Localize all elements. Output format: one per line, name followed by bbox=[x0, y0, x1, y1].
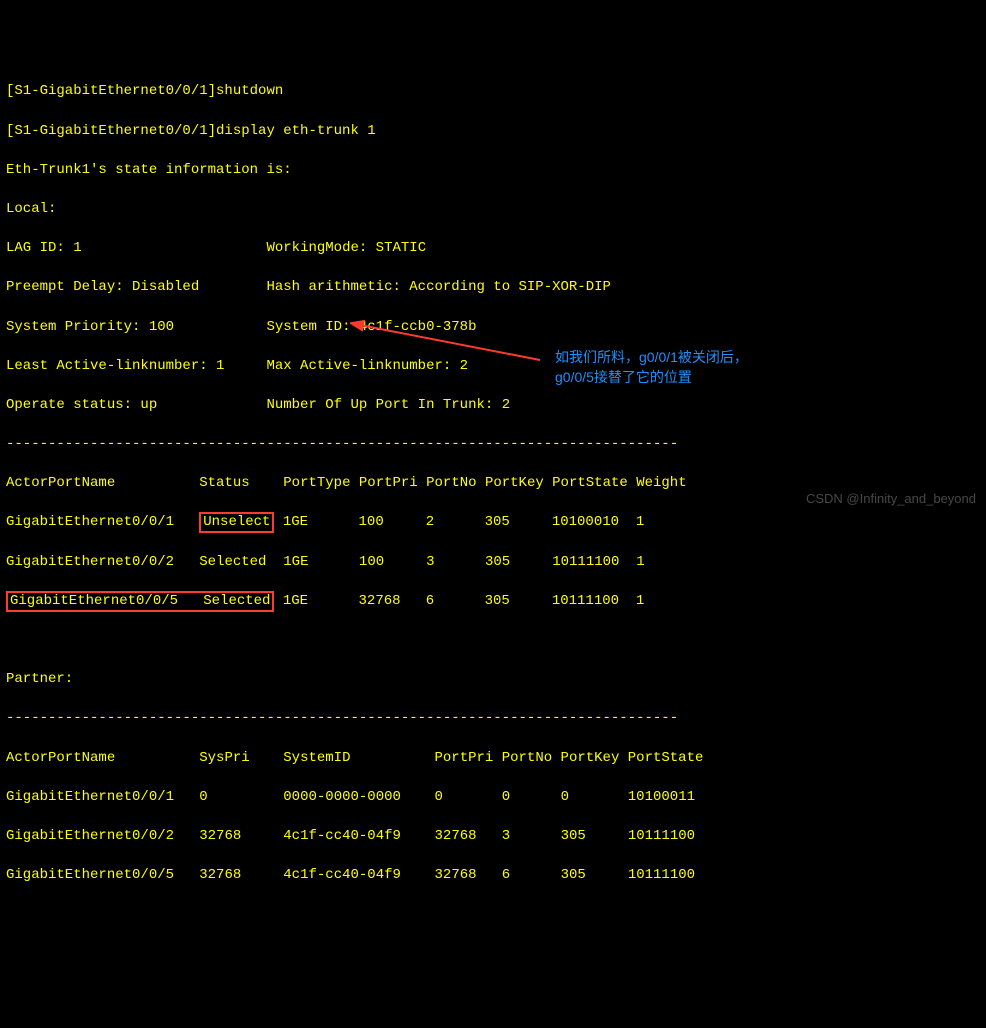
row2-name: GigabitEthernet0/0/2 bbox=[6, 554, 174, 570]
row1-status-box: Unselect bbox=[199, 512, 274, 533]
blank-1 bbox=[6, 631, 980, 651]
row3-pstate: 10111100 bbox=[552, 593, 619, 609]
row2-pkey: 305 bbox=[485, 554, 510, 570]
row1-pstate: 10100010 bbox=[552, 514, 619, 530]
actor-row-2: GigabitEthernet0/0/2 Selected 1GE 100 3 … bbox=[6, 553, 980, 573]
partner-row-1: GigabitEthernet0/0/1 0 0000-0000-0000 0 … bbox=[6, 788, 980, 808]
prow3-ppri: 32768 bbox=[435, 867, 477, 883]
row1-name: GigabitEthernet0/0/1 bbox=[6, 514, 174, 530]
separator-1: ----------------------------------------… bbox=[6, 435, 980, 455]
row1-ptype: 1GE bbox=[283, 514, 308, 530]
row1-pno: 2 bbox=[426, 514, 434, 530]
row2-weight: 1 bbox=[636, 554, 644, 570]
partner-header: ActorPortName SysPri SystemID PortPri Po… bbox=[6, 749, 980, 769]
row2-status: Selected bbox=[199, 554, 266, 570]
local-label: Local: bbox=[6, 200, 980, 220]
partner-label: Partner: bbox=[6, 670, 980, 690]
prow2-pno: 3 bbox=[502, 828, 510, 844]
info-row-1: LAG ID: 1 WorkingMode: STATIC bbox=[6, 239, 980, 259]
least: Least Active-linknumber: 1 bbox=[6, 358, 224, 374]
info-row-4: Least Active-linknumber: 1 Max Active-li… bbox=[6, 357, 980, 377]
upports: Number Of Up Port In Trunk: 2 bbox=[266, 397, 510, 413]
prow1-syspri: 0 bbox=[199, 789, 207, 805]
row2-ppri: 100 bbox=[359, 554, 384, 570]
col-ptype: PortType bbox=[283, 475, 350, 491]
annotation-line-1: 如我们所料，g0/0/1被关闭后， bbox=[555, 348, 748, 368]
actor-row-3: GigabitEthernet0/0/5 Selected 1GE 32768 … bbox=[6, 592, 980, 612]
prow2-pstate: 10111100 bbox=[628, 828, 695, 844]
row2-pstate: 10111100 bbox=[552, 554, 619, 570]
state-title: Eth-Trunk1's state information is: bbox=[6, 161, 980, 181]
prow1-pkey: 0 bbox=[561, 789, 569, 805]
col-status: Status bbox=[199, 475, 249, 491]
col-weight: Weight bbox=[636, 475, 686, 491]
row3-pno: 6 bbox=[426, 593, 434, 609]
prow3-pstate: 10111100 bbox=[628, 867, 695, 883]
hash: Hash arithmetic: According to SIP-XOR-DI… bbox=[266, 279, 610, 295]
prow3-syspri: 32768 bbox=[199, 867, 241, 883]
actor-row-1: GigabitEthernet0/0/1 Unselect 1GE 100 2 … bbox=[6, 513, 980, 533]
row2-pno: 3 bbox=[426, 554, 434, 570]
prow3-name: GigabitEthernet0/0/5 bbox=[6, 867, 174, 883]
pcol-name: ActorPortName bbox=[6, 750, 115, 766]
prow1-name: GigabitEthernet0/0/1 bbox=[6, 789, 174, 805]
max: Max Active-linknumber: 2 bbox=[266, 358, 468, 374]
row3-ppri: 32768 bbox=[359, 593, 401, 609]
info-row-3: System Priority: 100 System ID: 4c1f-ccb… bbox=[6, 318, 980, 338]
sys-id: System ID: 4c1f-ccb0-378b bbox=[266, 319, 476, 335]
row1-weight: 1 bbox=[636, 514, 644, 530]
info-row-2: Preempt Delay: Disabled Hash arithmetic:… bbox=[6, 278, 980, 298]
partner-row-2: GigabitEthernet0/0/2 32768 4c1f-cc40-04f… bbox=[6, 827, 980, 847]
lag-id: LAG ID: 1 bbox=[6, 240, 82, 256]
prow3-sysid: 4c1f-cc40-04f9 bbox=[283, 867, 401, 883]
pcol-syspri: SysPri bbox=[199, 750, 249, 766]
row1-status: Unselect bbox=[203, 514, 270, 530]
annotation-line-2: g0/0/5接替了它的位置 bbox=[555, 368, 748, 388]
operate: Operate status: up bbox=[6, 397, 157, 413]
prow1-ppri: 0 bbox=[435, 789, 443, 805]
annotation-text: 如我们所料，g0/0/1被关闭后， g0/0/5接替了它的位置 bbox=[555, 348, 748, 387]
prow2-syspri: 32768 bbox=[199, 828, 241, 844]
prow1-pno: 0 bbox=[502, 789, 510, 805]
row1-ppri: 100 bbox=[359, 514, 384, 530]
pcol-pstate: PortState bbox=[628, 750, 704, 766]
prow1-sysid: 0000-0000-0000 bbox=[283, 789, 401, 805]
working-mode: WorkingMode: STATIC bbox=[266, 240, 426, 256]
row3-ptype: 1GE bbox=[283, 593, 308, 609]
col-ppri: PortPri bbox=[359, 475, 418, 491]
row3-status: Selected bbox=[203, 593, 270, 609]
pcol-pkey: PortKey bbox=[561, 750, 620, 766]
prow3-pno: 6 bbox=[502, 867, 510, 883]
info-row-5: Operate status: up Number Of Up Port In … bbox=[6, 396, 980, 416]
pcol-sysid: SystemID bbox=[283, 750, 350, 766]
cmd-shutdown: [S1-GigabitEthernet0/0/1]shutdown bbox=[6, 82, 980, 102]
prow2-ppri: 32768 bbox=[435, 828, 477, 844]
prow2-sysid: 4c1f-cc40-04f9 bbox=[283, 828, 401, 844]
prow2-pkey: 305 bbox=[561, 828, 586, 844]
prow2-name: GigabitEthernet0/0/2 bbox=[6, 828, 174, 844]
row3-pkey: 305 bbox=[485, 593, 510, 609]
row1-pkey: 305 bbox=[485, 514, 510, 530]
col-pno: PortNo bbox=[426, 475, 476, 491]
row3-weight: 1 bbox=[636, 593, 644, 609]
col-pstate: PortState bbox=[552, 475, 628, 491]
prow1-pstate: 10100011 bbox=[628, 789, 695, 805]
row2-ptype: 1GE bbox=[283, 554, 308, 570]
col-name: ActorPortName bbox=[6, 475, 115, 491]
cmd-display: [S1-GigabitEthernet0/0/1]display eth-tru… bbox=[6, 122, 980, 142]
partner-row-3: GigabitEthernet0/0/5 32768 4c1f-cc40-04f… bbox=[6, 866, 980, 886]
sys-pri: System Priority: 100 bbox=[6, 319, 174, 335]
row3-name-box: GigabitEthernet0/0/5 Selected bbox=[6, 591, 274, 612]
separator-2: ----------------------------------------… bbox=[6, 709, 980, 729]
row3-name: GigabitEthernet0/0/5 bbox=[10, 593, 178, 609]
preempt: Preempt Delay: Disabled bbox=[6, 279, 199, 295]
col-pkey: PortKey bbox=[485, 475, 544, 491]
pcol-pno: PortNo bbox=[502, 750, 552, 766]
pcol-ppri: PortPri bbox=[435, 750, 494, 766]
prow3-pkey: 305 bbox=[561, 867, 586, 883]
watermark: CSDN @Infinity_and_beyond bbox=[806, 490, 976, 508]
